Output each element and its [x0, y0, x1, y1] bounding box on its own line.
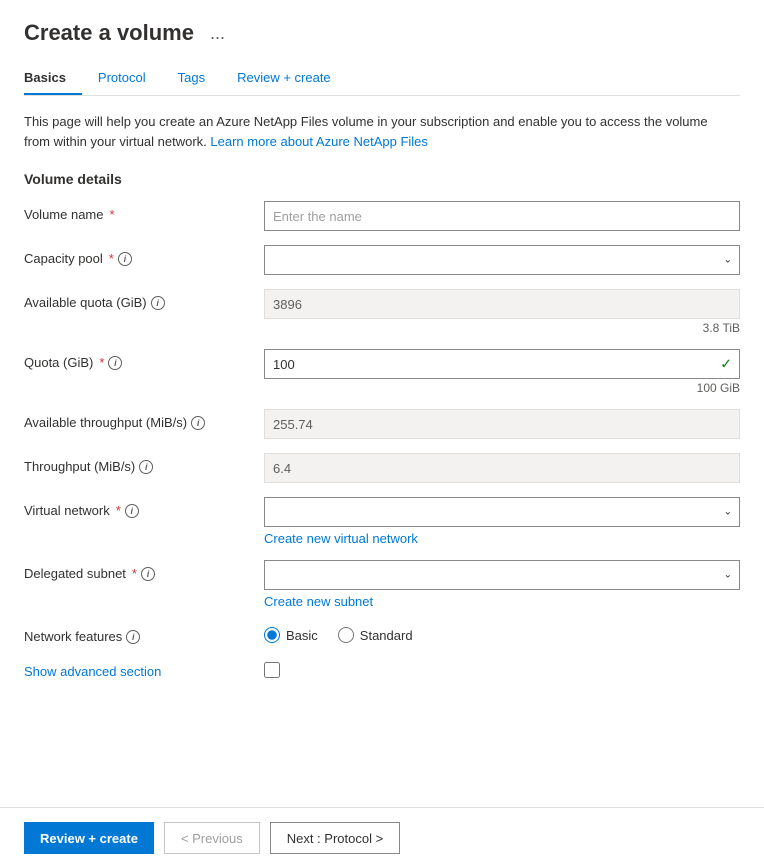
- info-icon-network-features[interactable]: i: [126, 630, 140, 644]
- label-volume-name: Volume name*: [24, 201, 264, 222]
- available-quota-hint: 3.8 TiB: [264, 321, 740, 335]
- radio-standard[interactable]: [338, 627, 354, 643]
- label-show-advanced: Show advanced section: [24, 658, 264, 679]
- info-icon-available-quota[interactable]: i: [151, 296, 165, 310]
- available-quota-input: [264, 289, 740, 319]
- quota-input[interactable]: [264, 349, 740, 379]
- previous-button[interactable]: < Previous: [164, 822, 260, 854]
- required-indicator: *: [109, 251, 114, 266]
- tab-protocol[interactable]: Protocol: [98, 62, 162, 95]
- radio-basic[interactable]: [264, 627, 280, 643]
- select-wrap-virtual-network: ⌄ Create new virtual network: [264, 497, 740, 546]
- label-throughput: Throughput (MiB/s) i: [24, 453, 264, 474]
- page-title: Create a volume: [24, 20, 194, 46]
- create-subnet-link[interactable]: Create new subnet: [264, 594, 373, 609]
- info-icon-quota[interactable]: i: [108, 356, 122, 370]
- field-available-throughput: Available throughput (MiB/s) i: [24, 409, 740, 439]
- label-available-quota: Available quota (GiB) i: [24, 289, 264, 310]
- throughput-input: [264, 453, 740, 483]
- ellipsis-menu-button[interactable]: ...: [204, 21, 231, 46]
- label-delegated-subnet: Delegated subnet* i: [24, 560, 264, 581]
- create-virtual-network-link[interactable]: Create new virtual network: [264, 531, 418, 546]
- radio-label-standard: Standard: [360, 628, 413, 643]
- label-available-throughput: Available throughput (MiB/s) i: [24, 409, 264, 430]
- virtual-network-select[interactable]: [264, 497, 740, 527]
- review-create-button[interactable]: Review + create: [24, 822, 154, 854]
- field-network-features: Network features i Basic Standard: [24, 623, 740, 644]
- info-icon-capacity-pool[interactable]: i: [118, 252, 132, 266]
- input-wrap-available-quota: 3.8 TiB: [264, 289, 740, 335]
- label-capacity-pool: Capacity pool* i: [24, 245, 264, 266]
- delegated-subnet-select[interactable]: [264, 560, 740, 590]
- checkbox-wrap-show-advanced: [264, 658, 740, 678]
- field-volume-name: Volume name*: [24, 201, 740, 231]
- tabs-nav: Basics Protocol Tags Review + create: [24, 62, 740, 96]
- field-show-advanced: Show advanced section: [24, 658, 740, 679]
- field-virtual-network: Virtual network* i ⌄ Create new virtual …: [24, 497, 740, 546]
- info-icon-throughput[interactable]: i: [139, 460, 153, 474]
- available-throughput-input: [264, 409, 740, 439]
- field-capacity-pool: Capacity pool* i ⌄: [24, 245, 740, 275]
- show-advanced-label[interactable]: Show advanced section: [24, 664, 161, 679]
- radio-option-standard[interactable]: Standard: [338, 627, 413, 643]
- radio-wrap-network-features: Basic Standard: [264, 623, 740, 643]
- label-virtual-network: Virtual network* i: [24, 497, 264, 518]
- tab-basics[interactable]: Basics: [24, 62, 82, 95]
- radio-option-basic[interactable]: Basic: [264, 627, 318, 643]
- required-indicator: *: [116, 503, 121, 518]
- footer: Review + create < Previous Next : Protoc…: [0, 807, 764, 868]
- quota-hint: 100 GiB: [264, 381, 740, 395]
- required-indicator: *: [132, 566, 137, 581]
- info-icon-delegated-subnet[interactable]: i: [141, 567, 155, 581]
- radio-label-basic: Basic: [286, 628, 318, 643]
- input-wrap-quota: ✓ 100 GiB: [264, 349, 740, 395]
- select-wrap-capacity-pool: ⌄: [264, 245, 740, 275]
- label-network-features: Network features i: [24, 623, 264, 644]
- capacity-pool-select[interactable]: [264, 245, 740, 275]
- section-header-volume-details: Volume details: [24, 171, 740, 187]
- tab-review-create[interactable]: Review + create: [237, 62, 347, 95]
- tab-tags[interactable]: Tags: [178, 62, 221, 95]
- input-wrap-throughput: [264, 453, 740, 483]
- info-icon-available-throughput[interactable]: i: [191, 416, 205, 430]
- input-wrap-available-throughput: [264, 409, 740, 439]
- field-available-quota: Available quota (GiB) i 3.8 TiB: [24, 289, 740, 335]
- volume-name-input[interactable]: [264, 201, 740, 231]
- label-quota: Quota (GiB)* i: [24, 349, 264, 370]
- field-throughput: Throughput (MiB/s) i: [24, 453, 740, 483]
- page-description: This page will help you create an Azure …: [24, 112, 724, 151]
- learn-more-link[interactable]: Learn more about Azure NetApp Files: [210, 134, 428, 149]
- info-icon-virtual-network[interactable]: i: [125, 504, 139, 518]
- field-quota: Quota (GiB)* i ✓ 100 GiB: [24, 349, 740, 395]
- show-advanced-checkbox[interactable]: [264, 662, 280, 678]
- next-protocol-button[interactable]: Next : Protocol >: [270, 822, 400, 854]
- required-indicator: *: [99, 355, 104, 370]
- required-indicator: *: [110, 207, 115, 222]
- select-wrap-delegated-subnet: ⌄ Create new subnet: [264, 560, 740, 609]
- field-delegated-subnet: Delegated subnet* i ⌄ Create new subnet: [24, 560, 740, 609]
- input-wrap-volume-name: [264, 201, 740, 231]
